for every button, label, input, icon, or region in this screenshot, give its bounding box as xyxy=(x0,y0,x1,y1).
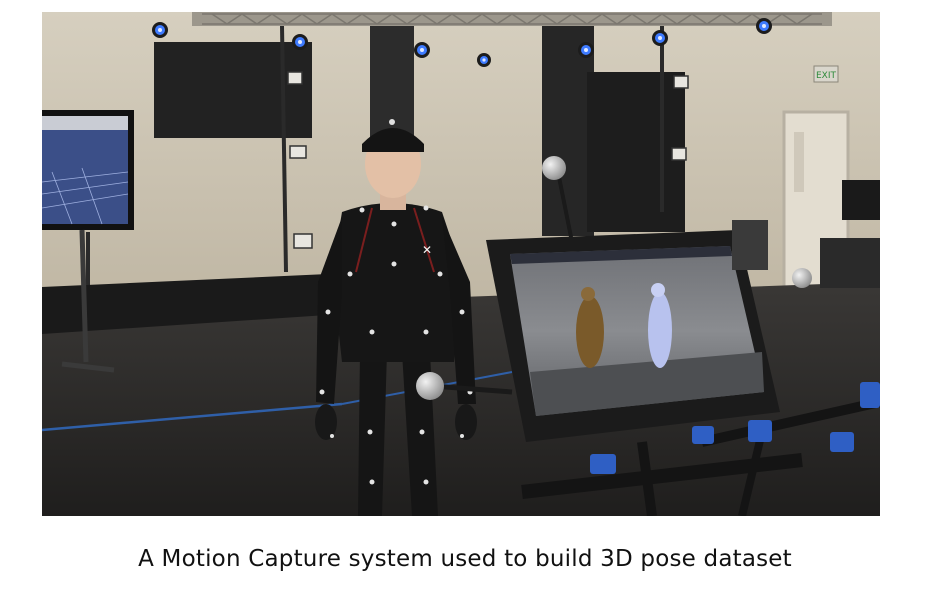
motion-capture-photo: EXIT ✕ xyxy=(42,12,880,516)
svg-text:✕: ✕ xyxy=(422,243,432,257)
figure-caption: A Motion Capture system used to build 3D… xyxy=(138,546,792,572)
svg-text:EXIT: EXIT xyxy=(816,71,837,81)
